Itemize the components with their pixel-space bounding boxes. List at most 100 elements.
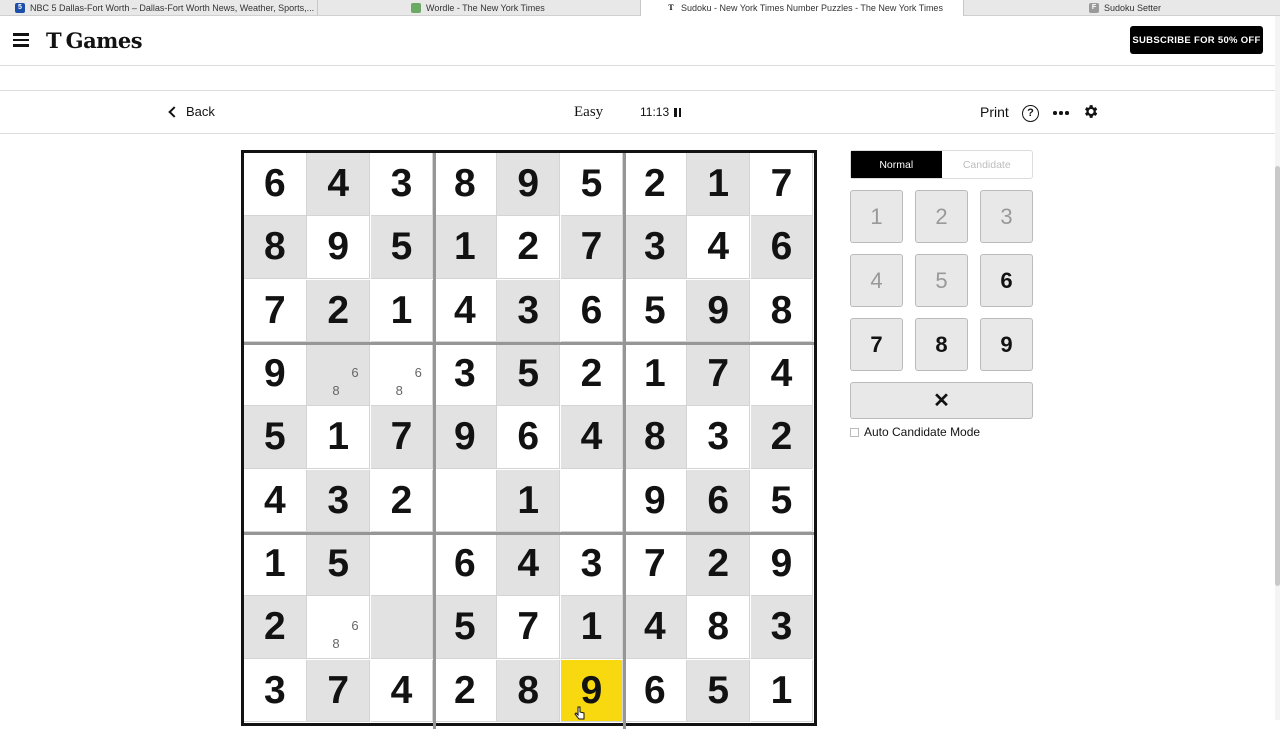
sudoku-cell[interactable] bbox=[434, 469, 497, 533]
sudoku-cell[interactable]: 3 bbox=[687, 406, 751, 470]
sudoku-cell[interactable]: 6 bbox=[687, 469, 751, 533]
sudoku-cell[interactable]: 3 bbox=[750, 596, 814, 660]
sudoku-cell[interactable] bbox=[560, 469, 624, 533]
sudoku-cell[interactable]: 4 bbox=[497, 533, 561, 596]
sudoku-cell[interactable]: 5 bbox=[750, 469, 814, 533]
sudoku-cell[interactable]: 9 bbox=[244, 343, 307, 406]
sudoku-cell[interactable]: 7 bbox=[307, 659, 371, 723]
timer[interactable]: 11:13 bbox=[640, 105, 683, 119]
sudoku-cell[interactable]: 2 bbox=[560, 343, 624, 406]
sudoku-cell[interactable]: 7 bbox=[750, 153, 814, 216]
sudoku-cell[interactable]: 1 bbox=[497, 469, 561, 533]
sudoku-cell[interactable]: 5 bbox=[497, 343, 561, 406]
sudoku-cell[interactable]: 3 bbox=[244, 659, 307, 723]
auto-candidate-checkbox[interactable] bbox=[850, 427, 859, 437]
help-icon[interactable]: ? bbox=[1022, 105, 1039, 122]
sudoku-cell[interactable]: 9 bbox=[307, 216, 371, 280]
sudoku-cell[interactable]: 4 bbox=[560, 406, 624, 470]
sudoku-cell[interactable]: 4 bbox=[244, 469, 307, 533]
sudoku-cell[interactable]: 7 bbox=[624, 533, 687, 596]
sudoku-cell[interactable]: 1 bbox=[307, 406, 371, 470]
sudoku-cell[interactable]: 6 bbox=[560, 279, 624, 343]
more-options-icon[interactable] bbox=[1053, 111, 1071, 115]
sudoku-cell[interactable]: 4 bbox=[687, 216, 751, 280]
pause-icon[interactable] bbox=[674, 107, 683, 117]
sudoku-cell[interactable]: 6 bbox=[497, 406, 561, 470]
sudoku-cell[interactable]: 2 bbox=[497, 216, 561, 280]
sudoku-cell[interactable]: 5 bbox=[434, 596, 497, 660]
sudoku-cell[interactable]: 5 bbox=[687, 659, 751, 723]
browser-tab-wordle[interactable]: Wordle - The New York Times bbox=[318, 0, 641, 16]
print-button[interactable]: Print bbox=[980, 104, 1009, 120]
sudoku-cell[interactable]: 8 bbox=[244, 216, 307, 280]
sudoku-cell[interactable]: 2 bbox=[244, 596, 307, 660]
numpad-key[interactable]: 5 bbox=[915, 254, 968, 307]
sudoku-cell[interactable]: 3 bbox=[624, 216, 687, 280]
sudoku-cell[interactable]: 1 bbox=[687, 153, 751, 216]
scrollbar-thumb[interactable] bbox=[1275, 166, 1280, 586]
sudoku-cell[interactable]: 1 bbox=[750, 659, 814, 723]
sudoku-cell[interactable]: 8 bbox=[750, 279, 814, 343]
sudoku-cell[interactable]: 2 bbox=[370, 469, 434, 533]
auto-candidate-mode[interactable]: Auto Candidate Mode bbox=[850, 425, 980, 439]
sudoku-cell[interactable]: 7 bbox=[687, 343, 751, 406]
sudoku-cell[interactable]: 1 bbox=[370, 279, 434, 343]
page-scrollbar[interactable] bbox=[1275, 16, 1280, 720]
erase-button[interactable]: ✕ bbox=[850, 382, 1033, 419]
sudoku-cell[interactable]: 6 bbox=[750, 216, 814, 280]
sudoku-cell[interactable]: 1 bbox=[560, 596, 624, 660]
sudoku-cell[interactable]: 7 bbox=[370, 406, 434, 470]
sudoku-cell[interactable]: 7 bbox=[244, 279, 307, 343]
sudoku-cell[interactable]: 5 bbox=[624, 279, 687, 343]
sudoku-cell[interactable]: 9 bbox=[624, 469, 687, 533]
numpad-key[interactable]: 6 bbox=[980, 254, 1033, 307]
numpad-key[interactable]: 7 bbox=[850, 318, 903, 371]
numpad-key[interactable]: 4 bbox=[850, 254, 903, 307]
sudoku-cell[interactable]: 4 bbox=[434, 279, 497, 343]
browser-tab-sudoku-setter[interactable]: F Sudoku Setter bbox=[964, 0, 1280, 16]
sudoku-cell[interactable]: 8 bbox=[687, 596, 751, 660]
sudoku-cell[interactable]: 2 bbox=[687, 533, 751, 596]
sudoku-cell[interactable]: 7 bbox=[560, 216, 624, 280]
sudoku-cell[interactable]: 9 bbox=[687, 279, 751, 343]
subscribe-button[interactable]: SUBSCRIBE FOR 50% OFF bbox=[1130, 26, 1263, 54]
sudoku-cell[interactable]: 68 bbox=[307, 343, 371, 406]
sudoku-cell[interactable]: 2 bbox=[750, 406, 814, 470]
sudoku-cell[interactable]: 68 bbox=[370, 343, 434, 406]
candidate-mode-button[interactable]: Candidate bbox=[942, 151, 1033, 178]
numpad-key[interactable]: 2 bbox=[915, 190, 968, 243]
numpad-key[interactable]: 9 bbox=[980, 318, 1033, 371]
sudoku-cell[interactable] bbox=[370, 533, 434, 596]
sudoku-cell[interactable]: 6 bbox=[624, 659, 687, 723]
sudoku-cell[interactable]: 68 bbox=[307, 596, 371, 660]
numpad-key[interactable]: 3 bbox=[980, 190, 1033, 243]
browser-tab-sudoku[interactable]: T Sudoku - New York Times Number Puzzles… bbox=[641, 0, 964, 16]
sudoku-cell[interactable]: 5 bbox=[560, 153, 624, 216]
menu-icon[interactable] bbox=[13, 33, 29, 47]
sudoku-cell[interactable]: 2 bbox=[434, 659, 497, 723]
sudoku-cell[interactable]: 9 bbox=[750, 533, 814, 596]
nyt-games-logo[interactable]: T Games bbox=[46, 28, 143, 53]
sudoku-cell[interactable]: 2 bbox=[307, 279, 371, 343]
sudoku-cell[interactable]: 8 bbox=[497, 659, 561, 723]
sudoku-cell[interactable]: 3 bbox=[434, 343, 497, 406]
numpad-key[interactable]: 1 bbox=[850, 190, 903, 243]
sudoku-cell[interactable]: 1 bbox=[434, 216, 497, 280]
sudoku-cell[interactable]: 6 bbox=[434, 533, 497, 596]
sudoku-cell[interactable]: 6 bbox=[244, 153, 307, 216]
sudoku-cell[interactable]: 5 bbox=[307, 533, 371, 596]
sudoku-cell[interactable]: 4 bbox=[307, 153, 371, 216]
sudoku-cell[interactable]: 1 bbox=[244, 533, 307, 596]
sudoku-cell[interactable]: 3 bbox=[370, 153, 434, 216]
sudoku-cell[interactable]: 4 bbox=[370, 659, 434, 723]
sudoku-cell[interactable]: 1 bbox=[624, 343, 687, 406]
normal-mode-button[interactable]: Normal bbox=[851, 151, 942, 178]
sudoku-cell[interactable]: 8 bbox=[434, 153, 497, 216]
sudoku-cell[interactable]: 4 bbox=[750, 343, 814, 406]
sudoku-cell[interactable]: 3 bbox=[560, 533, 624, 596]
back-button[interactable]: Back bbox=[168, 104, 215, 119]
sudoku-cell[interactable]: 3 bbox=[307, 469, 371, 533]
browser-tab-nbc[interactable]: 5 NBC 5 Dallas-Fort Worth – Dallas-Fort … bbox=[0, 0, 318, 16]
sudoku-cell[interactable]: 8 bbox=[624, 406, 687, 470]
sudoku-cell[interactable]: 9 bbox=[497, 153, 561, 216]
